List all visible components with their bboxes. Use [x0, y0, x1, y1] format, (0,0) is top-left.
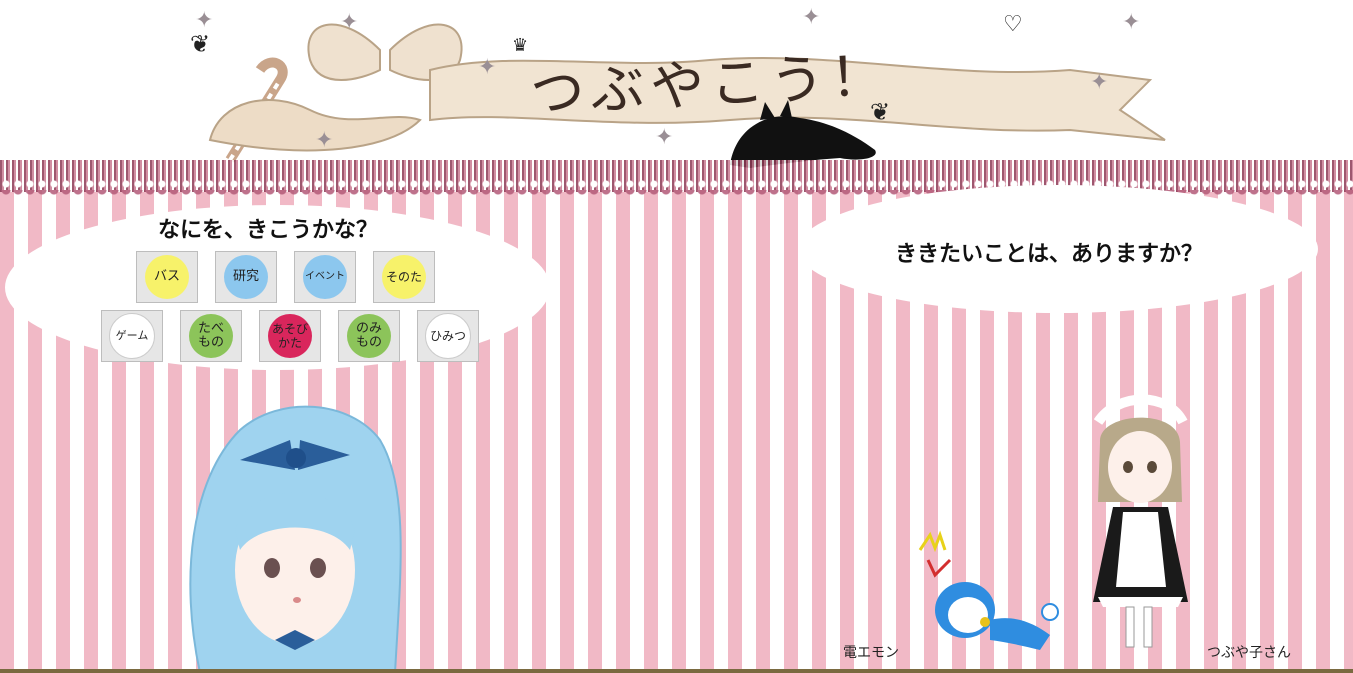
category-button-research[interactable]: 研究 [215, 251, 277, 303]
sparkle-icon: ✦ [802, 5, 821, 30]
category-label: 研究 [224, 255, 268, 299]
question-prompt: ききたいことは、ありますか？ [895, 242, 1204, 267]
category-prompt: なにを、きこうかな？ [158, 218, 379, 243]
category-button-other[interactable]: そのた [373, 251, 435, 303]
sparkle-icon: ✦ [1122, 10, 1141, 35]
category-button-secret[interactable]: ひみつ [417, 310, 479, 362]
maid-name: つぶや子さん [1207, 645, 1291, 661]
category-button-food[interactable]: たべ もの [180, 310, 242, 362]
maid-girl-illustration [1093, 394, 1188, 648]
category-label: たべ もの [189, 314, 233, 358]
sparkle-icon: ✦ [478, 55, 497, 80]
butterfly-icon: ❦ [870, 98, 891, 126]
category-button-event[interactable]: イベント [294, 251, 356, 303]
category-button-drink[interactable]: のみ もの [338, 310, 400, 362]
category-button-bus[interactable]: バス [136, 251, 198, 303]
category-label: ひみつ [425, 313, 471, 359]
footer-bar [0, 669, 1353, 673]
category-label: そのた [382, 255, 426, 299]
header: つぶやこう！ ✦ ✦ ✦ ✦ ✦ ✦ ✦ ✦ ❦ ❦ ♡ ♛ [0, 0, 1353, 170]
blue-hair-girl-illustration [189, 405, 402, 673]
lace-border [0, 160, 1353, 198]
robot-name: 電エモン [843, 645, 899, 661]
sparkle-icon: ✦ [340, 10, 359, 35]
card-heart-icon: ♡ [1003, 12, 1023, 37]
category-label: のみ もの [347, 314, 391, 358]
category-label: あそび かた [268, 314, 312, 358]
category-label: バス [145, 255, 189, 299]
category-button-game[interactable]: ゲーム [101, 310, 163, 362]
butterfly-icon: ❦ [190, 30, 211, 58]
sparkle-icon: ✦ [1090, 70, 1109, 95]
robot-cat-illustration [918, 530, 1059, 650]
category-label: ゲーム [109, 313, 155, 359]
sparkle-icon: ✦ [655, 125, 674, 150]
category-button-play[interactable]: あそび かた [259, 310, 321, 362]
sparkle-icon: ✦ [315, 128, 334, 153]
category-label: イベント [303, 255, 347, 299]
cupcake-icon: ♛ [512, 35, 529, 56]
